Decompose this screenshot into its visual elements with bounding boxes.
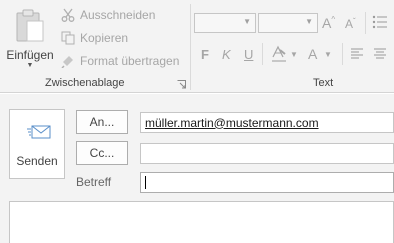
cc-field[interactable] [140,143,394,164]
caret-down-icon: ˇ [353,16,356,26]
copy-icon [60,30,76,46]
clipboard-group-label: Zwischenablage [45,77,125,89]
to-recipient[interactable]: müller.martin@mustermann.com [145,116,319,130]
font-name-combobox[interactable]: ▼ [194,13,256,33]
cc-button[interactable]: Cc... [76,141,128,165]
chevron-down-icon: ▼ [305,17,313,26]
compose-header: Senden An... Cc... müller.martin@musterm… [0,94,394,243]
copy-button[interactable]: Kopieren [60,29,128,47]
paste-button[interactable]: Einfügen ▼ [4,6,56,72]
chevron-down-icon: ▼ [243,17,251,26]
cut-button[interactable]: Ausschneiden [60,6,155,24]
text-caret [145,176,146,189]
dialog-launcher-icon[interactable] [177,80,186,89]
shrink-font-glyph: A [345,17,354,31]
to-field[interactable]: müller.martin@mustermann.com [140,112,394,133]
format-painter-label: Format übertragen [80,54,180,68]
chevron-down-icon[interactable]: ▼ [290,45,298,63]
font-size-combobox[interactable]: ▼ [258,13,318,33]
ribbon-separator [342,43,343,65]
ribbon-separator [365,12,366,34]
clipboard-icon [16,9,44,42]
paste-label: Einfügen [6,48,54,62]
caret-up-icon: ^ [331,14,336,24]
format-painter-icon [60,53,76,69]
chevron-down-icon[interactable]: ▼ [324,45,332,63]
message-body[interactable] [9,201,394,243]
underline-button[interactable]: U [244,45,253,63]
align-left-icon[interactable] [350,47,364,61]
subject-field[interactable] [140,172,394,193]
bold-glyph: F [201,46,209,62]
ribbon-separator [262,43,263,65]
send-button[interactable]: Senden [9,109,65,179]
subject-label: Betreff [76,175,112,189]
send-label: Senden [16,154,58,168]
chevron-down-icon[interactable]: ▼ [4,62,56,69]
format-painter-button[interactable]: Format übertragen [60,52,179,70]
to-button[interactable]: An... [76,110,128,134]
grow-font-glyph: A [322,15,332,31]
italic-glyph: K [222,46,231,62]
ribbon-separator [190,4,191,90]
bold-button[interactable]: F [201,45,209,63]
underline-glyph: U [244,46,254,62]
cut-label: Ausschneiden [80,8,156,22]
align-center-icon[interactable] [373,47,387,61]
text-group-label: Text [313,77,334,89]
envelope-send-icon [27,125,51,139]
grow-font-button[interactable]: A ^ [322,14,335,32]
scissors-icon [60,7,76,23]
shrink-font-button[interactable]: Aˇ [345,15,356,33]
ribbon: Einfügen ▼ Ausschneiden Kopieren Format … [0,0,394,93]
bullet-list-icon[interactable] [372,14,388,30]
font-color-button[interactable]: A [308,45,317,63]
font-color-glyph: A [308,46,318,62]
copy-label: Kopieren [80,31,129,45]
highlight-icon[interactable] [270,45,288,63]
italic-button[interactable]: K [222,45,231,63]
